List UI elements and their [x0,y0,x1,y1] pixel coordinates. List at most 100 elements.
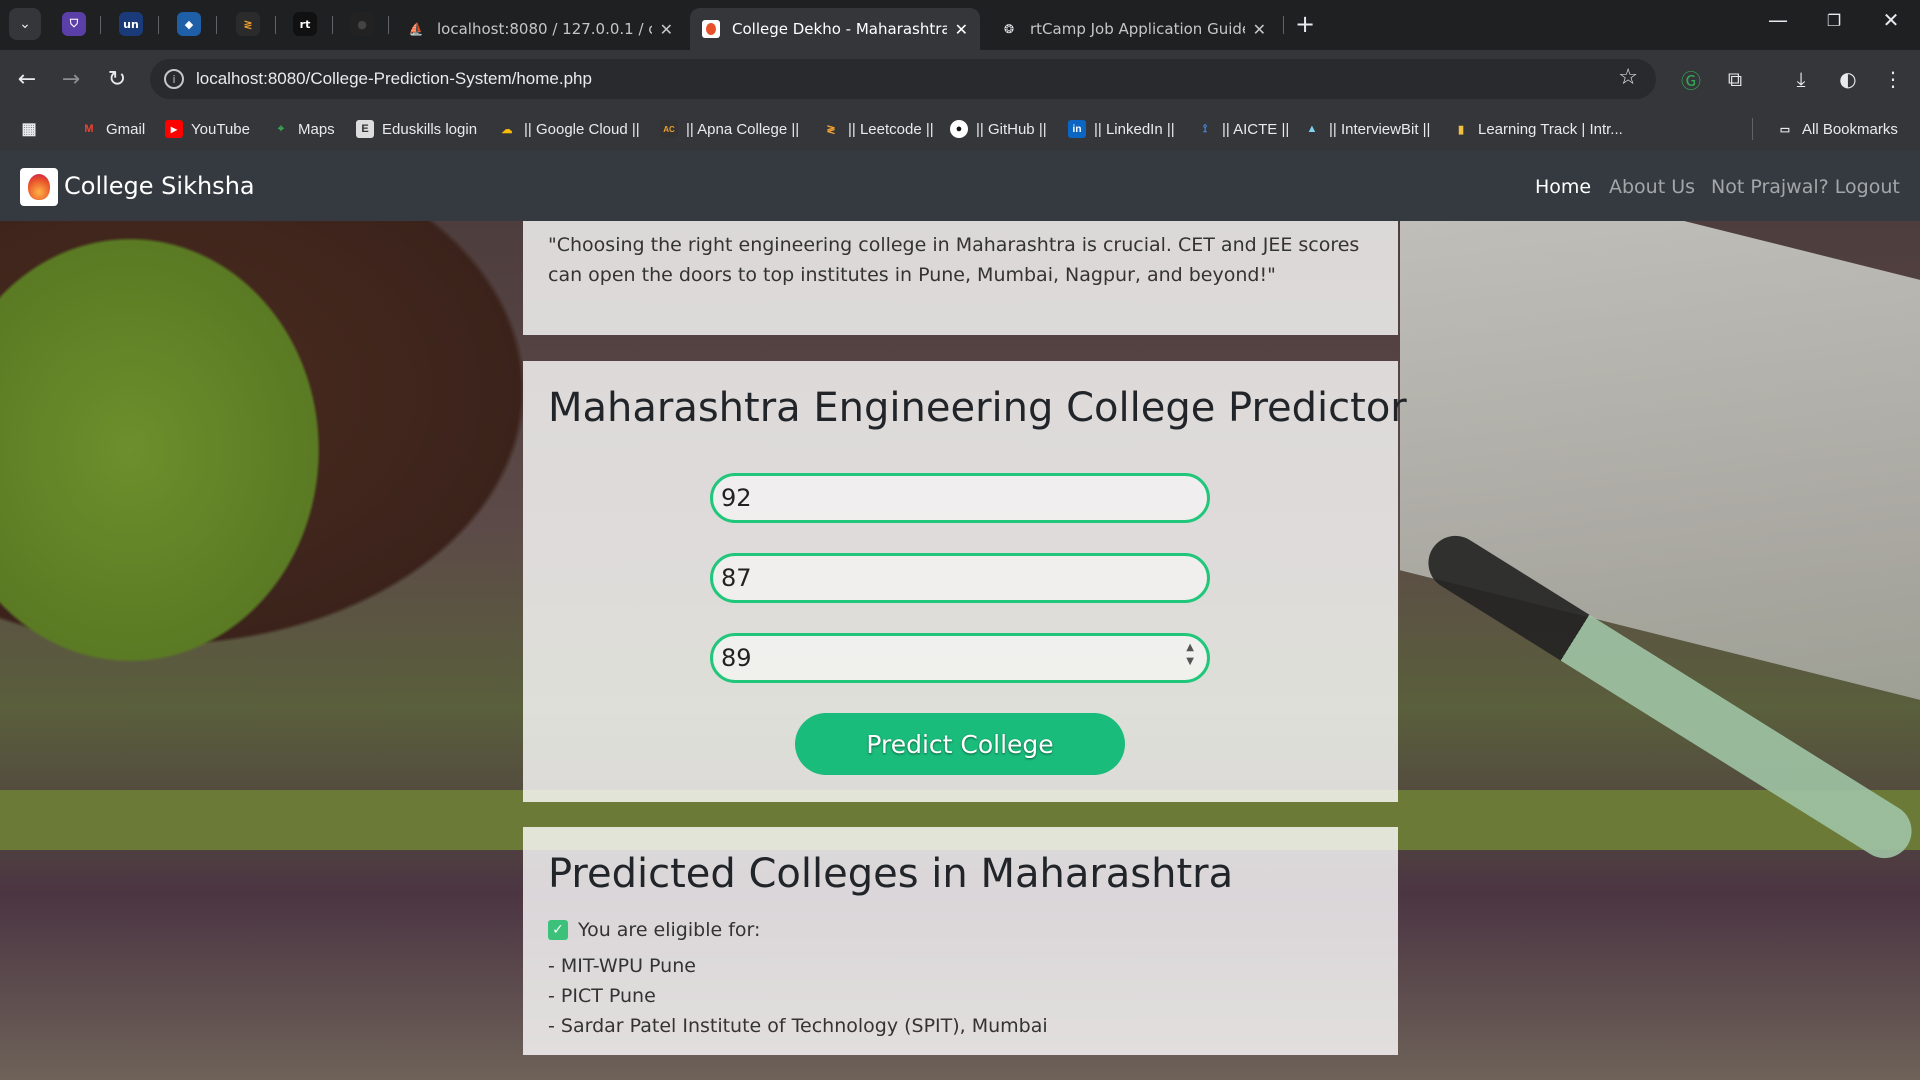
bookmark-label: Gmail [106,120,146,138]
college-list: - MIT-WPU Pune - PICT Pune - Sardar Pate… [548,951,1048,1041]
bookmark-interviewbit[interactable]: ▲ || InterviewBit || [1303,118,1431,140]
learning-track-icon: ▮ [1457,123,1465,136]
close-tab-icon[interactable]: ✕ [660,20,673,39]
bookmark-maps[interactable]: ⌖ Maps [272,118,335,140]
checkmark-icon: ✓ [548,920,568,940]
apps-grid-icon[interactable]: ▦ [20,118,46,140]
score-input-3-wrapper: ▲▼ [710,633,1210,683]
score-input-3[interactable] [710,633,1210,683]
aicte-icon: ⟟ [1202,122,1208,135]
bookmark-label: || Leetcode || [848,120,934,138]
bookmark-google-cloud[interactable]: ☁ || Google Cloud || [498,118,640,140]
pinned-tab-github-icon[interactable]: ● [350,12,374,36]
bookmark-label: Learning Track | Intr... [1478,120,1623,138]
score-input-2[interactable] [710,553,1210,603]
tab-phpmyadmin[interactable]: ⛵ localhost:8080 / 127.0.0.1 / colle ✕ [395,8,685,50]
tab-title: localhost:8080 / 127.0.0.1 / colle [437,20,652,38]
close-tab-icon[interactable]: ✕ [955,20,968,39]
bookmark-eduskills[interactable]: E Eduskills login [356,118,477,140]
bookmark-label: Eduskills login [382,120,478,138]
number-spinner-icon[interactable]: ▲ ▼ [1186,641,1194,669]
bookmark-linkedin[interactable]: in || LinkedIn || [1068,118,1175,140]
url-text[interactable]: localhost:8080/College-Prediction-System… [196,69,592,89]
bookmark-leetcode[interactable]: ≷ || Leetcode || [822,118,934,140]
bookmark-aicte[interactable]: ⟟ || AICTE || [1196,118,1289,140]
nav-about-link[interactable]: About Us [1609,176,1695,198]
tab-title: rtCamp Job Application Guide [1030,20,1245,38]
bookmark-apna-college[interactable]: AC || Apna College || [660,118,799,140]
browser-toolbar: ← → ↻ i localhost:8080/College-Predictio… [0,50,1920,108]
tab-search-icon[interactable]: ⌄ [9,8,41,40]
profile-avatar-icon[interactable]: ◐ [1833,64,1863,94]
bookmark-label: YouTube [191,120,250,138]
reload-icon[interactable]: ↻ [102,64,132,94]
phpmyadmin-icon: ⛵ [408,22,424,36]
pinned-tab-leetcode-icon[interactable]: ≷ [236,12,260,36]
bookmark-label: || AICTE || [1222,120,1290,138]
tab-divider [275,16,276,34]
tab-divider [216,16,217,34]
tab-divider [100,16,101,34]
grammarly-icon[interactable]: Ⓖ [1676,64,1706,94]
tab-divider [158,16,159,34]
github-icon: ● [950,120,968,138]
bookmark-youtube[interactable]: ▶ YouTube [165,118,250,140]
pinned-tab-shield-icon[interactable]: ⛉ [62,12,86,36]
bookmarks-bar: ▦ M Gmail ▶ YouTube ⌖ Maps E Eduskills login… [0,108,1920,150]
openai-icon: ❂ [1003,22,1015,36]
tab-rtcamp-guide[interactable]: ❂ rtCamp Job Application Guide ✕ [988,8,1278,50]
apna-college-icon: AC [660,120,678,138]
pinned-tab-rtcamp-icon[interactable]: rt [293,12,317,36]
forward-icon[interactable]: → [56,64,86,94]
tab-strip: ⌄ ⛉ un ◆ ≷ rt ● ⛵ localhost:8080 / 127.0… [0,0,1920,50]
google-cloud-icon: ☁ [501,123,513,136]
maps-icon: ⌖ [277,122,285,135]
bookmark-star-icon[interactable]: ☆ [1618,65,1638,90]
brand-name[interactable]: College Sikhsha [64,172,255,200]
bookmark-label: || InterviewBit || [1329,120,1431,138]
list-item: - MIT-WPU Pune [548,955,696,977]
tab-divider [388,16,389,34]
all-bookmarks[interactable]: ▭ All Bookmarks [1776,118,1898,140]
site-navbar: College Sikhsha Home About Us Not Prajwa… [0,150,1920,221]
leetcode-icon: ≷ [826,123,836,136]
download-icon[interactable]: ⤓ [1786,64,1816,94]
bookmarks-divider [1752,118,1753,140]
pinned-tab-unstop-icon[interactable]: un [119,12,143,36]
predictor-card: Maharashtra Engineering College Predicto… [523,361,1407,802]
score-input-1[interactable] [710,473,1210,523]
eligible-text: You are eligible for: [578,919,761,941]
predict-college-button[interactable]: Predict College [795,713,1125,775]
quote-text: "Choosing the right engineering college … [548,234,1360,286]
bookmark-gmail[interactable]: M Gmail [80,118,145,140]
results-title: Predicted Colleges in Maharashtra [548,851,1234,897]
college-logo-icon [702,20,720,38]
back-icon[interactable]: ← [12,64,42,94]
list-item: - PICT Pune [548,985,656,1007]
tab-college-dekho[interactable]: College Dekho - Maharashtra En ✕ [690,8,980,50]
bookmark-label: Maps [298,120,335,138]
site-info-icon[interactable]: i [164,69,184,89]
menu-kebab-icon[interactable]: ⋮ [1878,64,1908,94]
tab-divider [1283,16,1284,34]
all-bookmarks-label: All Bookmarks [1802,120,1898,138]
bookmark-label: || LinkedIn || [1094,120,1175,138]
restore-icon[interactable]: ❐ [1814,11,1854,30]
nav-logout-link[interactable]: Not Prajwal? Logout [1711,176,1900,198]
eduskills-icon: E [356,120,374,138]
new-tab-icon[interactable]: + [1295,10,1315,38]
nav-home-link[interactable]: Home [1535,176,1591,198]
close-tab-icon[interactable]: ✕ [1253,20,1266,39]
bookmark-learning-track[interactable]: ▮ Learning Track | Intr... [1452,118,1623,140]
gmail-icon: M [84,123,94,135]
pinned-tab-diamond-icon[interactable]: ◆ [177,12,201,36]
brand-logo-icon[interactable] [20,168,58,206]
bookmark-label: || GitHub || [976,120,1047,138]
address-bar[interactable]: i localhost:8080/College-Prediction-Syst… [150,59,1656,99]
bookmark-github[interactable]: ● || GitHub || [950,118,1047,140]
linkedin-icon: in [1068,120,1086,138]
tab-divider [332,16,333,34]
extensions-icon[interactable]: ⧉ [1720,64,1750,94]
minimize-icon[interactable]: — [1758,8,1798,32]
close-window-icon[interactable]: ✕ [1871,8,1911,32]
